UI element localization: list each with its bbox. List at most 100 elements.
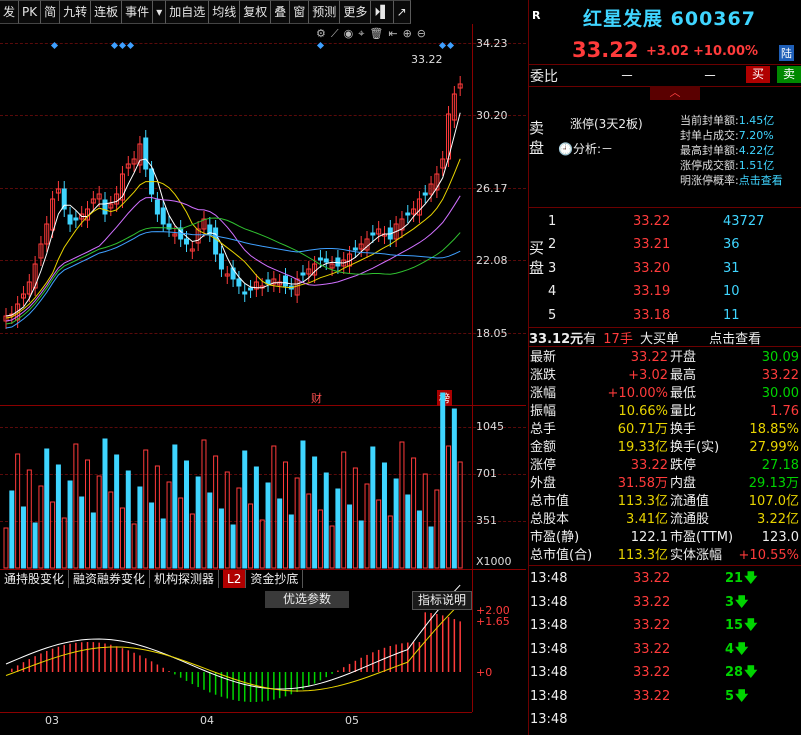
quote-value: 10.66% <box>618 404 668 419</box>
volume-bar <box>184 460 190 569</box>
volume-bar <box>213 455 219 569</box>
stat-label: 封单占成交: <box>680 129 739 142</box>
volume-bar <box>335 488 341 569</box>
date-axis-divider <box>0 712 472 713</box>
quote-key: 金额 <box>530 440 557 455</box>
toolbar-button[interactable]: 简 <box>41 0 61 24</box>
limit-up-stat: 最高封单额:4.22亿 <box>680 143 800 158</box>
big-order-link[interactable]: 点击查看 <box>709 332 761 347</box>
quote-value: 18.85% <box>749 422 799 437</box>
tick-time: 13:48 <box>530 712 568 727</box>
quote-key: 换手(实) <box>670 440 720 455</box>
tick-time: 13:48 <box>530 641 568 657</box>
quote-key: 内盘 <box>670 476 697 491</box>
toolbar-button[interactable]: ⏵▌ <box>371 0 394 24</box>
indicator-tab[interactable]: L2 <box>223 570 247 588</box>
volume-bar <box>32 522 38 569</box>
indicator-tab[interactable]: 融资融券变化 <box>69 570 151 588</box>
indicator-tab[interactable]: 机构探测器 <box>150 570 220 588</box>
level-number: 2 <box>548 237 557 253</box>
candle-body <box>236 278 242 287</box>
sell-button[interactable]: 卖 <box>777 66 801 83</box>
level-price: 33.18 <box>633 307 671 323</box>
quote-key: 最低 <box>670 386 697 401</box>
buy-button[interactable]: 买 <box>746 66 770 83</box>
quote-value: 30.09 <box>761 350 799 365</box>
toolbar-button[interactable]: ▾ <box>153 0 167 24</box>
level-price: 33.21 <box>633 237 671 253</box>
tick-price: 33.22 <box>633 665 671 680</box>
toolbar-button[interactable]: PK <box>19 0 42 24</box>
big-order-hands: 17手 <box>603 332 633 347</box>
toolbar-button[interactable]: 加自选 <box>166 0 210 24</box>
price-axis-label: 30.20 <box>476 109 508 122</box>
volume-bar <box>253 466 259 569</box>
indicator-tab[interactable]: 通持股变化 <box>0 570 70 588</box>
indicator-tab[interactable]: 资金抄底 <box>246 570 304 588</box>
stock-price: 33.22 <box>572 38 639 62</box>
toolbar-button[interactable]: 九转 <box>60 0 92 24</box>
collapse-toggle[interactable]: ︿ <box>650 86 700 100</box>
volume-bar <box>259 519 265 569</box>
volume-bar <box>102 438 108 569</box>
toolbar-button[interactable]: 预测 <box>309 0 341 24</box>
quote-value: 33.22 <box>630 458 668 473</box>
tick-row: 13:48 33.22 4🡇 <box>528 638 801 662</box>
volume-bar <box>96 475 102 569</box>
toolbar-button[interactable]: 叠 <box>271 0 291 24</box>
tick-volume-value: 4 <box>725 641 735 657</box>
toolbar-button[interactable]: 发 <box>0 0 20 24</box>
optimize-params-button[interactable]: 优选参数 <box>265 591 349 608</box>
buy-level-row[interactable]: 3 33.20 31 <box>528 257 801 280</box>
tick-price: 33.22 <box>633 618 671 633</box>
buy-level-row[interactable]: 2 33.21 36 <box>528 233 801 256</box>
toolbar-button[interactable]: 连板 <box>91 0 123 24</box>
quote-key: 涨幅 <box>530 386 557 401</box>
volume-bar <box>160 518 166 569</box>
volume-bar <box>381 462 387 569</box>
buy-level-row[interactable]: 1 33.22 43727 <box>528 210 801 233</box>
toolbar-button[interactable]: 更多 <box>340 0 372 24</box>
volume-axis-label: 701 <box>476 467 497 480</box>
quote-value: 113.3亿 <box>617 548 668 563</box>
quote-row: 金额 19.33亿 换手(实) 27.99% <box>528 439 801 457</box>
toolbar-button[interactable]: 窗 <box>290 0 310 24</box>
kline-chart[interactable] <box>0 24 472 712</box>
volume-bar <box>347 504 353 569</box>
toolbar-button[interactable]: ↗ <box>393 0 411 24</box>
volume-bar <box>154 465 160 569</box>
tick-volume-value: 5 <box>725 688 735 704</box>
limit-up-stat[interactable]: 明涨停概率:点击查看 <box>680 173 800 188</box>
indicator-explain-button[interactable]: 指标说明 <box>412 591 472 610</box>
toolbar-button[interactable]: 复权 <box>240 0 272 24</box>
quote-key: 跌停 <box>670 458 697 473</box>
volume-bar <box>26 469 32 569</box>
volume-bar <box>265 482 271 569</box>
tick-volume-value: 15 <box>725 618 744 633</box>
limit-up-stat: 当前封单额:1.45亿 <box>680 113 800 128</box>
candle-body <box>160 207 166 225</box>
analysis-line: 🕘分析:－ <box>558 140 613 157</box>
quote-key: 总市值(合) <box>530 548 593 563</box>
candle-body <box>73 217 79 221</box>
chevron-up-icon: ︿ <box>669 86 681 99</box>
level-number: 1 <box>548 214 557 229</box>
signal-diamond <box>50 41 59 50</box>
chart-toolbar: 发 PK 简九转 连板 事件 ▾ 加自选 均线 复权叠窗预测 更多 ⏵▌ ↗ <box>0 0 526 24</box>
buy-level-row[interactable]: 5 33.18 11 <box>528 304 801 327</box>
down-arrow-icon: 🡇 <box>735 641 749 657</box>
volume-bar <box>230 524 236 569</box>
weibi-label: 委比 <box>530 69 558 85</box>
quote-value: +3.02 <box>628 368 668 383</box>
big-order-price: 33.12元 <box>529 332 584 347</box>
toolbar-button[interactable]: 均线 <box>209 0 241 24</box>
quote-key: 总市值 <box>530 494 570 509</box>
big-order-row[interactable]: 33.12元有 17手 大买单 点击查看 <box>529 328 761 347</box>
signal-diamond <box>446 41 455 50</box>
toolbar-button[interactable]: 事件 <box>122 0 154 24</box>
stat-label: 涨停成交额: <box>680 159 739 172</box>
tick-time: 13:48 <box>530 571 568 586</box>
volume-bar <box>306 493 312 569</box>
buy-level-row[interactable]: 4 33.19 10 <box>528 280 801 303</box>
stock-title: 红星发展 600367 <box>583 4 756 31</box>
